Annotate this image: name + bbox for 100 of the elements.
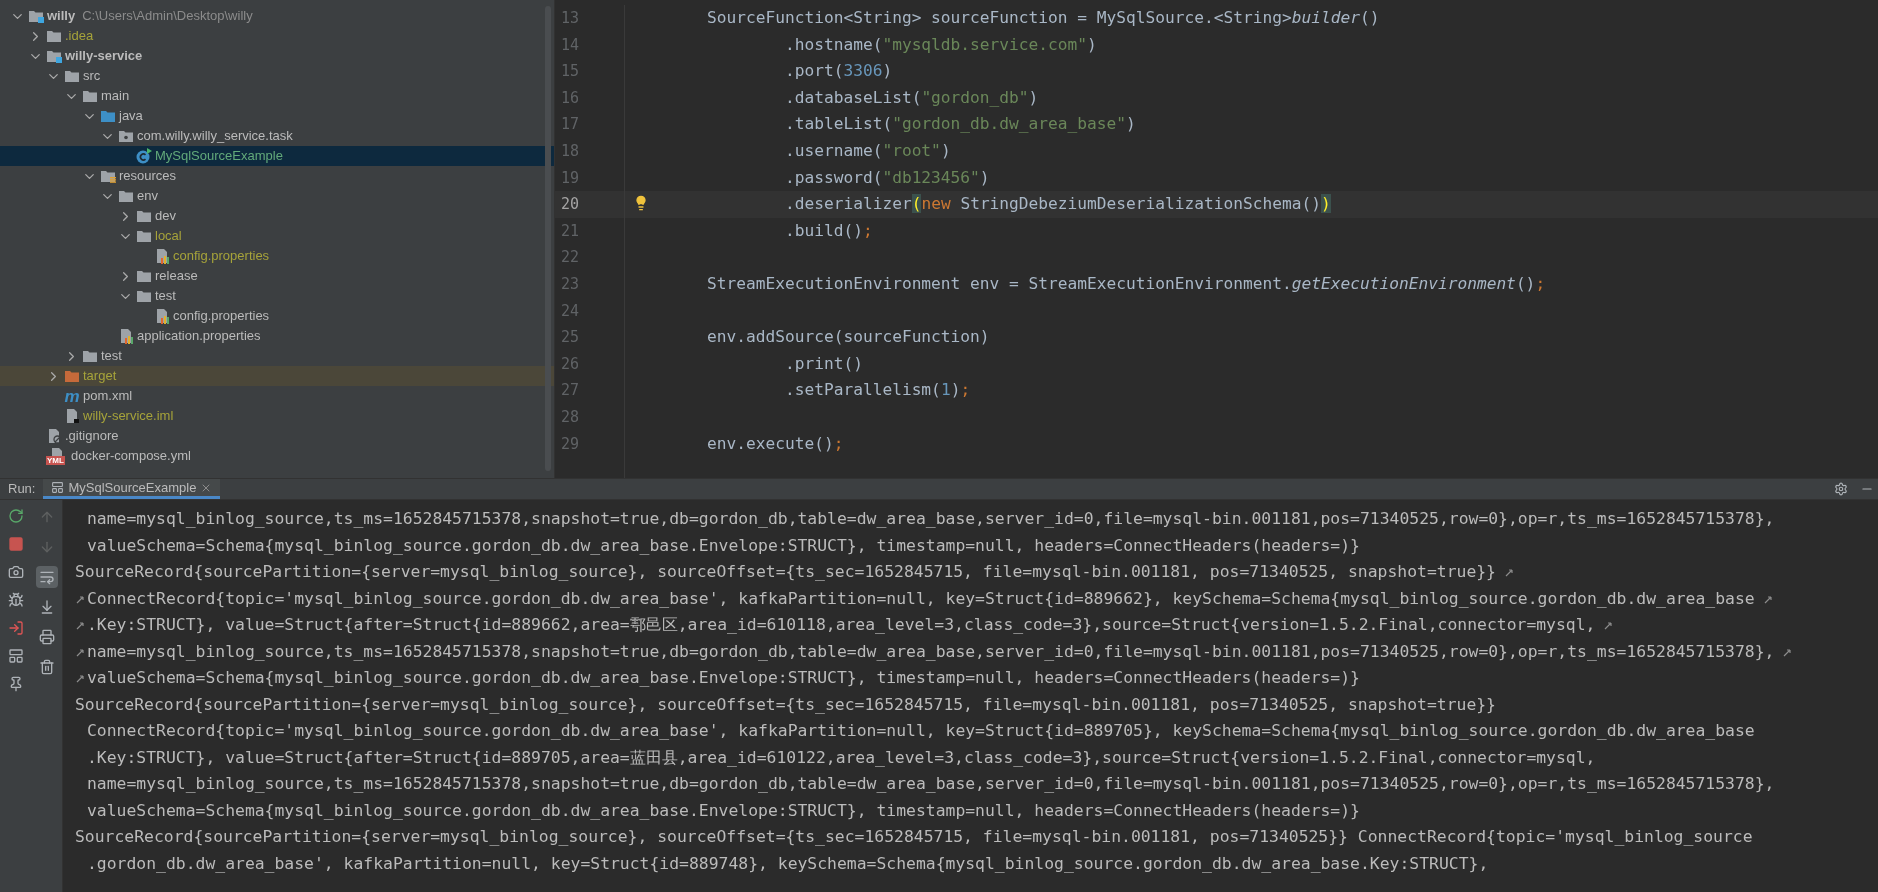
- run-tab[interactable]: MySqlSourceExample: [43, 479, 221, 499]
- code-line: .databaseList("gordon_db"): [783, 87, 1039, 107]
- tree-item[interactable]: .idea: [0, 26, 554, 46]
- line-number: 17: [560, 114, 581, 136]
- line-number: 14: [560, 34, 581, 56]
- resources-folder-icon: [100, 169, 116, 183]
- stop-icon[interactable]: [7, 536, 24, 552]
- soft-wrap-mark-icon: [1782, 646, 1793, 657]
- folder-icon: [82, 349, 98, 363]
- console-line: .Key:STRUCT}, value=Struct{after=Struct{id=889705,area=蓝田县,area_id=610122,area_level=3,class_code=3},source=Struct{version=1.5.2.Final,connector=mysql,: [87, 746, 1596, 769]
- maven-icon: m: [64, 387, 80, 405]
- project-path: C:\Users\Admin\Desktop\willy: [82, 7, 253, 26]
- module-folder-icon: [46, 49, 62, 63]
- tree-item[interactable]: willy-service: [0, 46, 554, 66]
- code-line: .deserializer(new StringDebeziumDeserializationSchema()): [783, 194, 1331, 214]
- tree-item[interactable]: env: [0, 186, 554, 206]
- line-number: 26: [560, 353, 581, 375]
- soft-wrap-icon[interactable]: [35, 566, 58, 588]
- console-line: SourceRecord{sourcePartition={server=mysql_binlog_source}, sourceOffset={ts_sec=1652845715, file=mysql-bin.001181, pos=71340525, snapshot=true}}: [75, 693, 1496, 716]
- properties-file-icon: [118, 328, 134, 344]
- line-number: 18: [560, 140, 581, 162]
- tree-item[interactable]: YML docker-compose.yml: [0, 446, 554, 466]
- settings-icon[interactable]: [1834, 482, 1848, 496]
- code-line: .username("root"): [783, 140, 951, 160]
- bug-icon[interactable]: [7, 592, 24, 608]
- soft-wrap-mark-icon: [75, 646, 85, 657]
- console-line: valueSchema=Schema{mysql_binlog_source.gordon_db.dw_area_base.Envelope:STRUCT}, timestamp=null, headers=ConnectHeaders(headers=)}: [87, 534, 1360, 557]
- code-line: .hostname("mysqldb.service.com"): [783, 34, 1097, 54]
- line-number: 24: [560, 300, 581, 322]
- properties-file-icon: [154, 308, 170, 324]
- tree-item[interactable]: test: [0, 286, 554, 306]
- code-line: .port(3306): [783, 61, 893, 81]
- tree-item[interactable]: MySqlSourceExample: [0, 146, 554, 166]
- tree-item[interactable]: dev: [0, 206, 554, 226]
- soft-wrap-mark-icon: [75, 673, 85, 684]
- tree-item[interactable]: test: [0, 346, 554, 366]
- folder-icon: [46, 29, 62, 43]
- console-line: ConnectRecord{topic='mysql_binlog_source.gordon_db.dw_area_base', kafkaPartition=null, key=Struct{id=889705}, keySchema=Schema{mysql_binlog_source.gordon_db.dw_area_base: [87, 720, 1755, 742]
- console-line: name=mysql_binlog_source,ts_ms=1652845715378,snapshot=true,db=gordon_db,table=dw_area_base,server_id=0,file=mysql-bin.001181,pos=71340525,row=0},op=r,ts_ms=1652845715378},: [87, 640, 1775, 663]
- code-line: .print(): [783, 353, 863, 373]
- console-line: SourceRecord{sourcePartition={server=mysql_binlog_source}, sourceOffset={ts_sec=1652845715, file=mysql-bin.001181, pos=71340525, snapshot=true}}: [75, 561, 1496, 583]
- tree-item[interactable]: java: [0, 106, 554, 126]
- folder-icon: [136, 229, 152, 243]
- scrollbar[interactable]: [545, 6, 551, 471]
- folder-icon: [118, 189, 134, 203]
- console-line: name=mysql_binlog_source,ts_ms=1652845715378,snapshot=true,db=gordon_db,table=dw_area_base,server_id=0,file=mysql-bin.001181,pos=71340525,row=0},op=r,ts_ms=1652845715378},: [87, 508, 1775, 530]
- layout-icon[interactable]: [7, 648, 24, 664]
- tree-item[interactable]: release: [0, 266, 554, 286]
- rerun-icon[interactable]: [7, 508, 24, 524]
- code-line: .password("db123456"): [783, 167, 990, 187]
- console-line: ConnectRecord{topic='mysql_binlog_source.gordon_db.dw_area_base', kafkaPartition=null, key=Struct{id=889662}, keySchema=Schema{mysql_binlog_source.gordon_db.dw_area_base: [87, 587, 1755, 610]
- folder-icon: [64, 69, 80, 83]
- folder-icon: [136, 289, 152, 303]
- code-line: StreamExecutionEnvironment env = StreamExecutionEnvironment.getExecutionEnvironment();: [705, 273, 1546, 293]
- line-number: 27: [560, 380, 581, 402]
- soft-wrap-mark-icon: [1603, 620, 1614, 631]
- code-line: env.execute();: [705, 433, 844, 453]
- file-icon: [64, 408, 80, 424]
- line-number: 23: [560, 273, 581, 295]
- line-number: 20: [555, 191, 624, 218]
- soft-wrap-mark-icon: [1762, 593, 1773, 604]
- tree-item[interactable]: local: [0, 226, 554, 246]
- properties-file-icon: [154, 248, 170, 264]
- console-line: valueSchema=Schema{mysql_binlog_source.gordon_db.dw_area_base.Envelope:STRUCT}, timestamp=null, headers=ConnectHeaders(headers=)}: [87, 799, 1360, 822]
- console-line: .gordon_db.dw_area_base', kafkaPartition=null, key=Struct{id=889748}, keySchema=Schema{mysql_binlog_source.gordon_db.dw_area_base.Key:STRUCT},: [87, 852, 1489, 875]
- folder-icon: [136, 269, 152, 283]
- code-line: .setParallelism(1);: [783, 380, 971, 400]
- lightbulb-icon[interactable]: [633, 195, 649, 212]
- code-line: .tableList("gordon_db.dw_area_base"): [783, 114, 1136, 134]
- camera-icon[interactable]: [7, 564, 24, 580]
- console-line: .Key:STRUCT}, value=Struct{after=Struct{id=889662,area=鄠邑区,area_id=610118,area_level=3,class_code=3},source=Struct{version=1.5.2.Final,connector=mysql,: [87, 614, 1596, 636]
- soft-wrap-mark-icon: [1504, 567, 1514, 578]
- login-icon[interactable]: [7, 620, 24, 636]
- console-icon: [51, 481, 65, 494]
- line-number: 13: [560, 8, 581, 29]
- tree-item[interactable]: src: [0, 66, 554, 86]
- line-number: 19: [560, 167, 581, 189]
- line-number: 29: [560, 433, 581, 455]
- console-line: valueSchema=Schema{mysql_binlog_source.gordon_db.dw_area_base.Envelope:STRUCT}, timestamp=null, headers=ConnectHeaders(headers=)}: [87, 667, 1360, 689]
- tree-item[interactable]: config.properties: [0, 246, 554, 266]
- line-number: 21: [560, 220, 581, 242]
- code-line: SourceFunction<String> sourceFunction = MySqlSource.<String>builder(): [705, 8, 1380, 27]
- tree-item[interactable]: willy C:\Users\Admin\Desktop\willy: [0, 6, 554, 26]
- ignore-file-icon: [46, 428, 62, 444]
- console-line: name=mysql_binlog_source,ts_ms=1652845715378,snapshot=true,db=gordon_db,table=dw_area_base,server_id=0,file=mysql-bin.001181,pos=71340525,row=0},op=r,ts_ms=1652845715378},: [87, 773, 1775, 795]
- tree-item[interactable]: m pom.xml: [0, 386, 554, 406]
- line-number: 28: [560, 406, 581, 428]
- tree-item[interactable]: .gitignore: [0, 426, 554, 446]
- line-number: 22: [560, 247, 581, 269]
- tree-item[interactable]: application.properties: [0, 326, 554, 346]
- tree-item[interactable]: main: [0, 86, 554, 106]
- code-line: env.addSource(sourceFunction): [705, 327, 990, 347]
- tree-item[interactable]: target: [0, 366, 554, 386]
- tree-item[interactable]: willy-service.iml: [0, 406, 554, 426]
- folder-icon: [136, 209, 152, 223]
- module-folder-icon: [28, 9, 44, 23]
- tree-item[interactable]: resources: [0, 166, 554, 186]
- tree-item[interactable]: com.willy.willy_service.task: [0, 126, 554, 146]
- run-label: Run:: [7, 480, 37, 499]
- tree-item[interactable]: config.properties: [0, 306, 554, 326]
